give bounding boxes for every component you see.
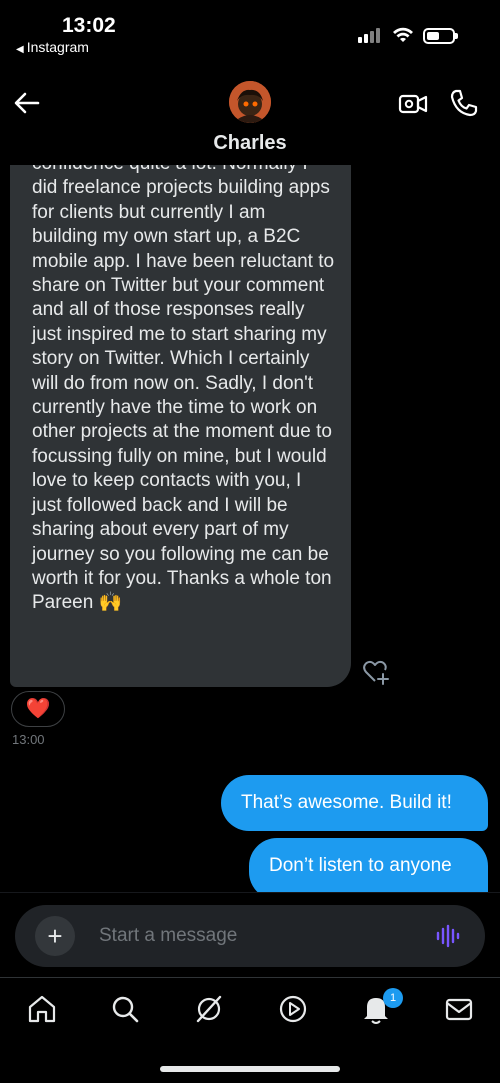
incoming-message-bubble[interactable]: confidence quite a lot. Normally I did f…	[10, 165, 351, 687]
status-bar: 13:02 ◀ Instagram	[0, 0, 500, 62]
outgoing-message-bubble[interactable]: That’s awesome. Build it!	[221, 775, 488, 831]
heart-reaction: ❤️	[25, 698, 51, 720]
grok-icon[interactable]	[192, 992, 226, 1026]
avatar[interactable]	[229, 81, 271, 123]
phone-icon[interactable]	[448, 87, 480, 119]
incoming-message-text: confidence quite a lot. Normally I did f…	[32, 165, 335, 614]
conversation-header: Charles	[0, 62, 500, 165]
outgoing-message-text: Don’t listen to anyone	[269, 855, 452, 876]
wifi-icon	[393, 27, 413, 42]
dm-screen: 13:02 ◀ Instagram Charles did freelance …	[0, 0, 500, 1083]
messages-icon[interactable]	[442, 992, 476, 1026]
add-reaction-heart-icon[interactable]	[362, 659, 390, 685]
back-triangle-icon: ◀	[16, 44, 24, 55]
message-input[interactable]	[99, 905, 419, 967]
message-reaction-badge[interactable]: ❤️	[11, 691, 65, 727]
message-list[interactable]: confidence quite a lot. Normally I did f…	[0, 165, 500, 892]
video-camera-icon[interactable]	[397, 89, 429, 119]
video-icon[interactable]	[276, 992, 310, 1026]
voice-waveform-icon[interactable]	[435, 924, 463, 948]
search-icon[interactable]	[108, 992, 142, 1026]
message-timestamp: 13:00	[12, 732, 45, 747]
outgoing-message-text: That’s awesome. Build it!	[241, 792, 452, 813]
back-arrow-icon[interactable]	[12, 88, 42, 118]
contact-name[interactable]: Charles	[0, 132, 500, 155]
bottom-tab-bar: 1	[0, 977, 500, 1083]
back-app-label: Instagram	[26, 39, 89, 55]
message-composer: +	[15, 905, 485, 967]
outgoing-message-bubble[interactable]: Don’t listen to anyone	[249, 838, 488, 892]
back-to-app-link[interactable]: ◀ Instagram	[16, 39, 89, 55]
status-time: 13:02	[62, 14, 116, 37]
plus-icon[interactable]: +	[35, 916, 75, 956]
home-icon[interactable]	[25, 992, 59, 1026]
home-indicator[interactable]	[160, 1066, 340, 1072]
avatar-image	[229, 81, 271, 123]
cellular-signal-icon	[358, 27, 380, 43]
notifications-badge: 1	[383, 988, 403, 1008]
composer-area: +	[0, 892, 500, 977]
battery-icon	[423, 28, 458, 44]
